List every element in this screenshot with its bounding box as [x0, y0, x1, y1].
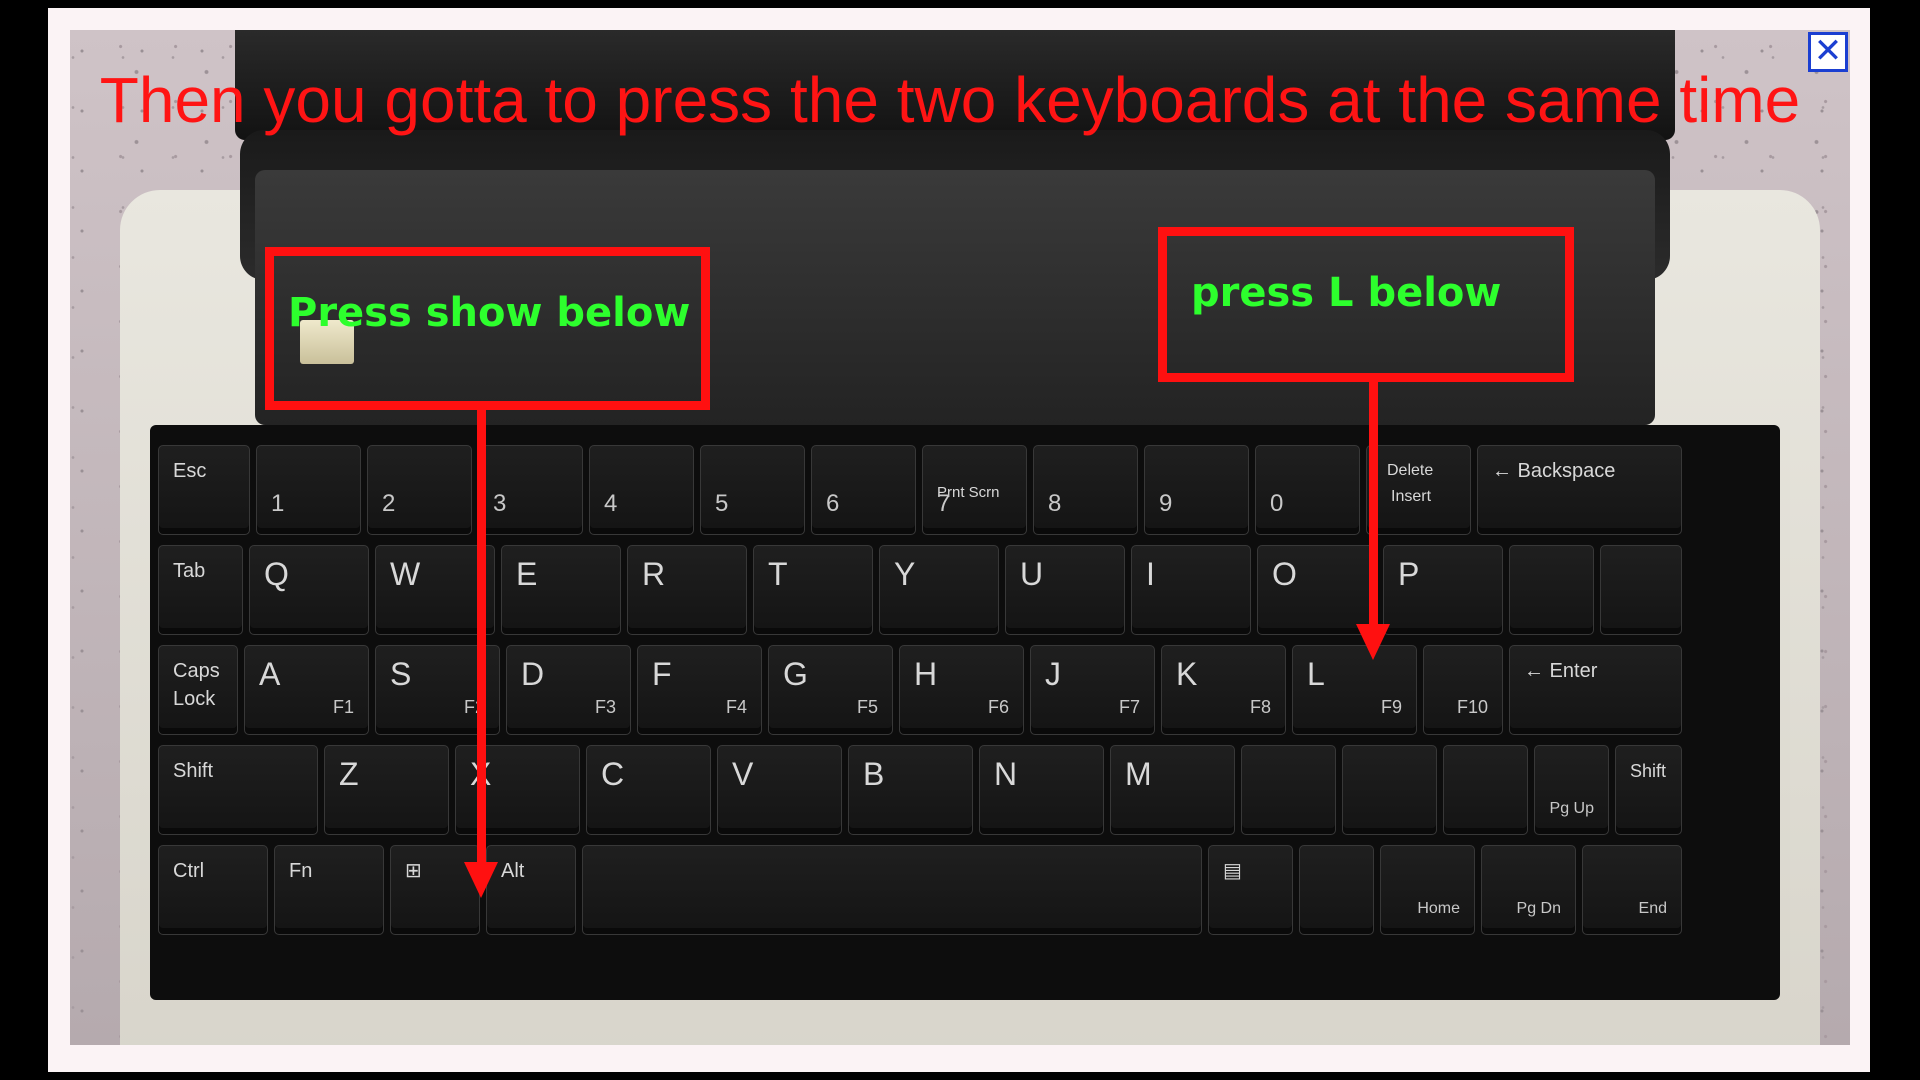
key-i: I [1131, 545, 1251, 635]
close-icon[interactable]: ✕ [1808, 32, 1848, 72]
key-9: 9 [1144, 445, 1249, 535]
key-f: F F4 [637, 645, 762, 735]
keyboard: Esc 1 2 3 4 5 6 Prnt Scrn 7 8 9 0 Delete I… [150, 425, 1780, 1000]
key-z: Z [324, 745, 449, 835]
key-p: P [1383, 545, 1503, 635]
key-x: X [455, 745, 580, 835]
key-d: D F3 [506, 645, 631, 735]
key-period [1342, 745, 1437, 835]
key-comma [1241, 745, 1336, 835]
key-g: G F5 [768, 645, 893, 735]
key-3: 3 [478, 445, 583, 535]
key-enter: ← Enter [1509, 645, 1682, 735]
key-v: V [717, 745, 842, 835]
key-h: H F6 [899, 645, 1024, 735]
key-b: B [848, 745, 973, 835]
key-a: A F1 [244, 645, 369, 735]
key-0: 0 [1255, 445, 1360, 535]
key-e: E [501, 545, 621, 635]
key-m: M [1110, 745, 1235, 835]
key-home: Home [1380, 845, 1475, 935]
key-7: Prnt Scrn 7 [922, 445, 1027, 535]
key-5: 5 [700, 445, 805, 535]
key-l: L F9 [1292, 645, 1417, 735]
key-n: N [979, 745, 1104, 835]
key-minus [1509, 545, 1594, 635]
key-q: Q [249, 545, 369, 635]
arrow-right-head [1356, 624, 1390, 660]
key-menu: ▤ [1208, 845, 1293, 935]
key-ctrl: Ctrl [158, 845, 268, 935]
key-shift-right: Shift [1615, 745, 1682, 835]
arrow-left-head [464, 862, 498, 898]
key-8: 8 [1033, 445, 1138, 535]
laptop-photo: Esc 1 2 3 4 5 6 Prnt Scrn 7 8 9 0 Delete I… [70, 30, 1850, 1045]
key-pgdn: Pg Dn [1481, 845, 1576, 935]
callout-text-right: press L below [1191, 270, 1502, 316]
key-k: K F8 [1161, 645, 1286, 735]
key-quote [1299, 845, 1374, 935]
key-esc: Esc [158, 445, 250, 535]
key-o: O [1257, 545, 1377, 635]
key-2: 2 [367, 445, 472, 535]
key-space [582, 845, 1202, 935]
key-equals [1600, 545, 1682, 635]
arrow-left-shaft [477, 410, 486, 865]
key-fn: Fn [274, 845, 384, 935]
key-4: 4 [589, 445, 694, 535]
arrow-right-shaft [1369, 382, 1378, 627]
menu-icon: ▤ [1223, 860, 1242, 882]
key-shift-left: Shift [158, 745, 318, 835]
key-c: C [586, 745, 711, 835]
key-caps-lock: Caps Lock [158, 645, 238, 735]
key-u: U [1005, 545, 1125, 635]
key-semicolon: F10 [1423, 645, 1503, 735]
key-r: R [627, 545, 747, 635]
key-6: 6 [811, 445, 916, 535]
key-delete: Delete Insert [1366, 445, 1471, 535]
key-backspace: ← Backspace [1477, 445, 1682, 535]
key-y: Y [879, 545, 999, 635]
key-slash [1443, 745, 1528, 835]
key-end: End [1582, 845, 1682, 935]
key-t: T [753, 545, 873, 635]
key-pgup: Pg Up [1534, 745, 1609, 835]
key-1: 1 [256, 445, 361, 535]
key-tab: Tab [158, 545, 243, 635]
callout-text-left: Press show below [288, 290, 691, 336]
key-j: J F7 [1030, 645, 1155, 735]
instruction-title: Then you gotta to press the two keyboard… [99, 64, 1801, 136]
windows-icon: ⊞ [405, 860, 422, 882]
key-alt: Alt [486, 845, 576, 935]
